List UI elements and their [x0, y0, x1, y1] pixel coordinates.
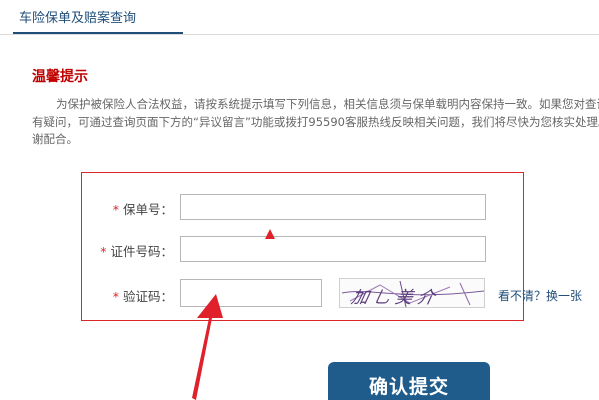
- captcha-label-cell: * 验证码：: [81, 281, 173, 307]
- notice-title: 温馨提示: [32, 69, 88, 85]
- submit-button[interactable]: 确认提交: [328, 362, 490, 400]
- captcha-image[interactable]: 加乚美介: [339, 278, 485, 308]
- captcha-input[interactable]: [180, 279, 322, 307]
- policy-number-label-cell: * 保单号：: [81, 194, 173, 220]
- captcha-label-text: 验证码：: [122, 289, 173, 304]
- policy-number-label: * 保单号：: [113, 199, 173, 218]
- policy-query-page: 车险保单及赔案查询 温馨提示 为保护被保险人合法权益，请按系统提示填写下列信息，…: [0, 0, 599, 400]
- tab-label: 车险保单及赔案查询: [19, 11, 137, 26]
- captcha-image-text: 加乚美介: [349, 288, 442, 308]
- notice-text: 为保护被保险人合法权益，请按系统提示填写下列信息，相关信息须与保单载明内容保持一…: [32, 97, 599, 146]
- captcha-label: * 验证码：: [113, 286, 173, 305]
- tab-policy-claim-query[interactable]: 车险保单及赔案查询: [13, 0, 183, 34]
- required-mark: *: [112, 289, 119, 304]
- id-number-label-cell: * 证件号码：: [81, 236, 173, 262]
- refresh-captcha-link[interactable]: 看不清？换一张: [498, 287, 582, 304]
- id-number-input[interactable]: [180, 236, 486, 262]
- tab-bar: 车险保单及赔案查询: [0, 0, 599, 35]
- id-number-label-text: 证件号码：: [110, 244, 173, 259]
- required-mark: *: [100, 244, 107, 259]
- policy-number-label-text: 保单号：: [122, 202, 173, 217]
- id-number-label: * 证件号码：: [100, 241, 173, 260]
- required-mark: *: [112, 202, 119, 217]
- policy-number-input[interactable]: [180, 194, 486, 220]
